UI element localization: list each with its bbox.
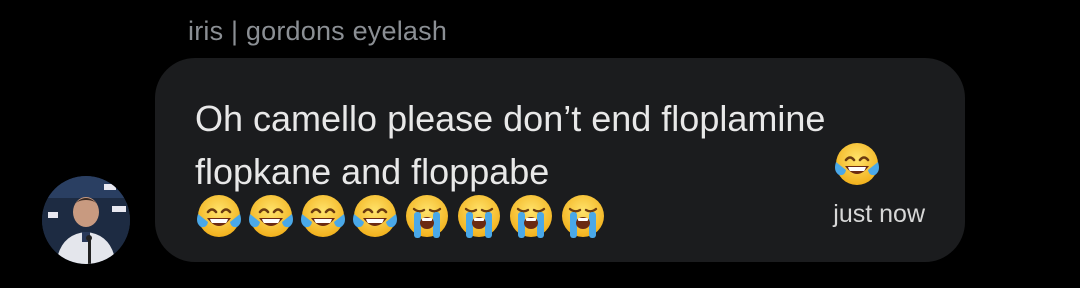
avatar-image <box>42 176 130 264</box>
sender-name: iris | gordons eyelash <box>188 16 448 46</box>
loudly-crying-face-icon <box>507 192 555 240</box>
chat-view: iris | gordons eyelash Oh camello please… <box>0 0 1080 288</box>
face-with-tears-of-joy-icon <box>351 192 399 240</box>
emoji-row <box>195 192 611 240</box>
loudly-crying-face-icon <box>455 192 503 240</box>
avatar[interactable] <box>42 176 130 264</box>
loudly-crying-face-icon <box>559 192 607 240</box>
face-with-tears-of-joy-icon <box>195 192 243 240</box>
message-bubble[interactable]: Oh camello please don’t end floplamine f… <box>155 58 965 262</box>
message-text: Oh camello please don’t end floplamine f… <box>195 98 826 192</box>
message-timestamp: just now <box>833 200 925 228</box>
loudly-crying-face-icon <box>403 192 451 240</box>
face-with-tears-of-joy-icon <box>247 192 295 240</box>
face-with-tears-of-joy-icon <box>833 140 881 188</box>
face-with-tears-of-joy-icon <box>299 192 347 240</box>
